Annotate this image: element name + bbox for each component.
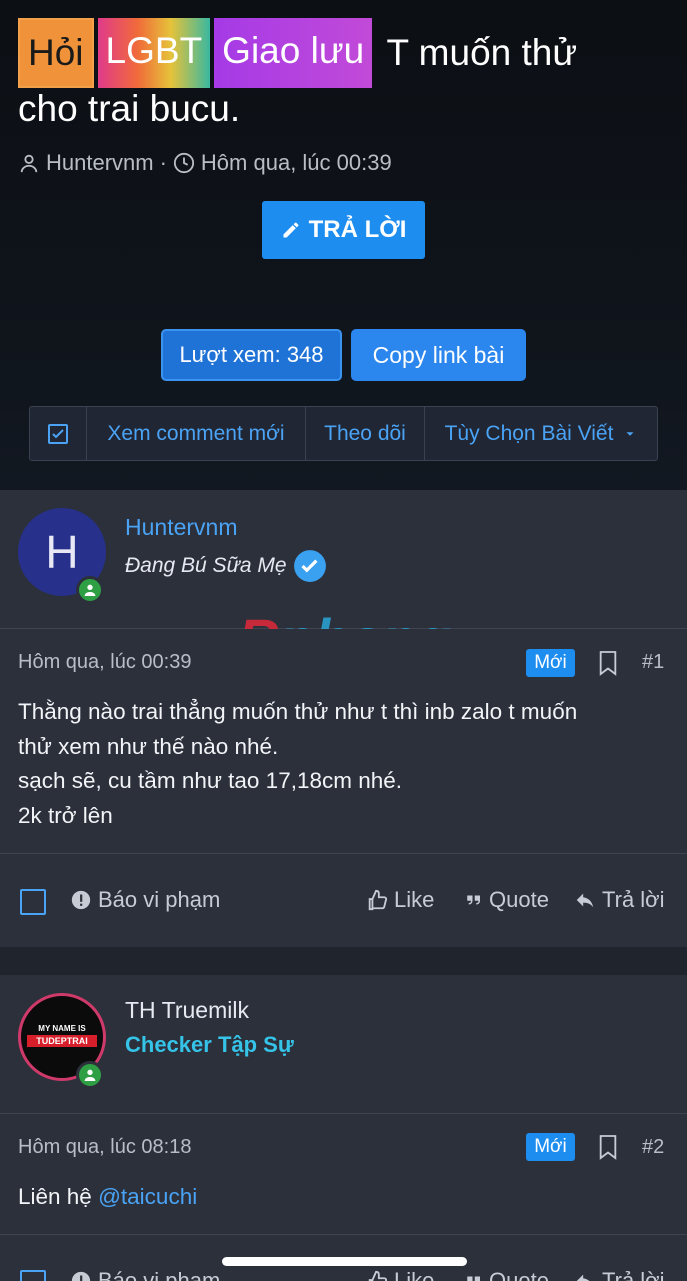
user-title-text: Đang Bú Sữa Mẹ [125,554,287,577]
post-line: sạch sẽ, cu tầm như tao 17,18cm nhé. [18,768,403,793]
prefix-giao-luu[interactable]: Giao lưu [214,18,373,88]
quote-button[interactable]: Quote [465,887,549,913]
report-button[interactable]: Báo vi phạm [70,1268,220,1281]
post-number[interactable]: #2 [642,1136,664,1159]
quote-label: Quote [489,887,549,912]
quote-button[interactable]: Quote [465,1268,549,1281]
quote-label: Quote [489,1268,549,1281]
like-button[interactable]: Like [366,1268,434,1281]
reply-post-button[interactable]: Trả lời [574,1268,665,1281]
reply-post-label: Trả lời [602,887,665,912]
copy-link-button[interactable]: Copy link bài [351,329,526,381]
thread-title-text: T muốn thử [386,32,578,73]
quote-icon [467,895,480,905]
post-content: Thằng nào trai thẳng muốn thử như t thì … [18,695,668,833]
reply-post-label: Trả lời [602,1268,665,1281]
thread-author[interactable]: Huntervnm [46,150,154,176]
post-separator [0,947,687,975]
post-line: thử xem như thế nào nhé. [18,733,279,759]
bookmark-icon[interactable] [597,650,619,676]
post-options-label: Tùy Chọn Bài Viết [444,421,614,445]
post-date[interactable]: Hôm qua, lúc 00:39 [18,651,191,674]
post-actions: Báo vi phạm Like Quote Trả lời [0,853,687,945]
new-badge: Mới [526,649,575,677]
select-post-checkbox[interactable] [20,889,46,915]
reply-button-label: TRẢ LỜI [308,216,407,243]
pencil-icon [283,222,299,238]
prefix-lgbt[interactable]: LGBT [97,18,211,88]
post-username[interactable]: TH Truemilk [125,997,249,1024]
post-content: Liên hệ @taicuchi [18,1180,668,1215]
post-username[interactable]: Huntervnm [125,514,237,541]
quote-icon [467,1276,480,1281]
thread-header: Hỏi LGBT Giao lưu T muốn thử cho trai bucu… [0,0,687,490]
like-label: Like [394,887,435,912]
prefix-hoi[interactable]: Hỏi [18,18,94,88]
checkbox-checked-icon [48,423,68,444]
thread-title: Hỏi LGBT Giao lưu T muốn thử [18,18,668,88]
new-badge: Mới [526,1133,575,1161]
post-date[interactable]: Hôm qua, lúc 08:18 [18,1136,191,1159]
select-checkbox-cell[interactable] [30,407,87,460]
meta-separator: · [159,150,167,175]
like-label: Like [394,1268,435,1281]
caret-down-icon [626,431,634,436]
like-button[interactable]: Like [366,887,434,913]
user-online-icon [84,1069,96,1081]
reply-arrow-icon [576,893,594,908]
alert-icon [71,890,91,910]
follow-link[interactable]: Theo dõi [306,407,425,460]
thread-toolbar: Xem comment mới Theo dõi Tùy Chọn Bài Vi… [29,406,658,461]
verified-icon [293,550,326,582]
post-1-body: Hôm qua, lúc 00:39 Mới #1 Thằng nào trai… [0,629,687,947]
avatar-tag-top: MY NAME IS [38,1024,86,1033]
thumbs-up-icon [368,1270,388,1281]
online-indicator [76,1061,104,1089]
thread-date[interactable]: Hôm qua, lúc 00:39 [201,150,392,176]
user-title: Checker Tập Sự [125,1032,294,1057]
user-title: Đang Bú Sữa Mẹ [125,549,327,583]
home-indicator[interactable] [222,1257,467,1266]
post-text-prefix: Liên hệ [18,1184,99,1209]
bookmark-icon[interactable] [597,1134,619,1160]
thumbs-up-icon [368,889,388,911]
post-line: 2k trở lên [18,802,113,828]
post-options-dropdown[interactable]: Tùy Chọn Bài Viết [425,407,657,460]
post-2-body: Hôm qua, lúc 08:18 Mới #2 Liên hệ @taicu… [0,1114,687,1281]
report-label: Báo vi phạm [98,1268,221,1281]
clock-icon [173,152,195,174]
online-indicator [76,576,104,604]
report-label: Báo vi phạm [98,887,221,912]
reply-button[interactable]: TRẢ LỜI [262,201,425,259]
post-line: Thằng nào trai thẳng muốn thử như t thì … [18,699,578,724]
post-2-user: MY NAME IS TUDEPTRAI TH Truemilk Checker… [0,975,687,1114]
views-counter-button[interactable]: Lượt xem: 348 [161,329,342,381]
thread-title-line2: cho trai bucu. [18,88,241,129]
thread-meta: Huntervnm · Hôm qua, lúc 00:39 [18,150,392,176]
report-button[interactable]: Báo vi phạm [70,887,220,913]
post-number[interactable]: #1 [642,651,664,674]
reply-post-button[interactable]: Trả lời [574,887,665,913]
avatar-tag-main: TUDEPTRAI [27,1035,97,1047]
avatar-name-tag: MY NAME IS TUDEPTRAI [27,1024,97,1047]
mention-link[interactable]: @taicuchi [98,1184,197,1209]
new-comments-link[interactable]: Xem comment mới [87,407,306,460]
reply-arrow-icon [576,1274,590,1281]
alert-icon [71,1271,91,1281]
user-online-icon [84,584,96,596]
user-icon [20,154,38,173]
select-post-checkbox[interactable] [20,1270,46,1281]
